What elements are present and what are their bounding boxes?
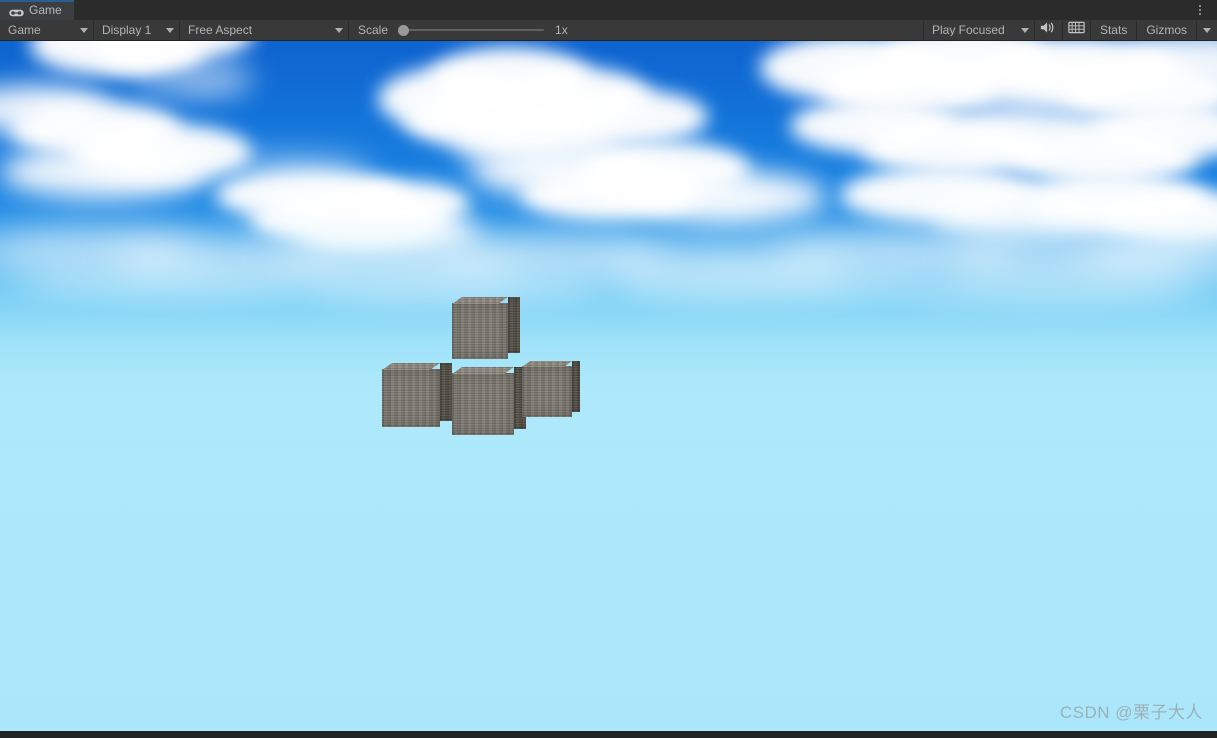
aspect-grid-button[interactable] <box>1063 21 1090 40</box>
scale-control-group: Scale 1x <box>349 21 568 40</box>
kebab-menu-icon[interactable] <box>1189 0 1217 20</box>
tab-bar: Game <box>0 0 1217 20</box>
chevron-down-icon <box>335 27 343 33</box>
game-dropdown-label: Game <box>8 24 41 36</box>
scale-label: Scale <box>358 23 389 37</box>
cube-front-face <box>522 366 572 417</box>
scale-slider-knob[interactable] <box>398 25 410 36</box>
scale-slider-track <box>398 29 545 31</box>
game-view-toolbar: Game Display 1 Free Aspect Scale 1x Play… <box>0 20 1217 41</box>
play-mode-label: Play Focused <box>931 24 1005 36</box>
chevron-down-icon <box>1020 27 1029 33</box>
cube-right <box>522 361 580 417</box>
aspect-ratio-label: Free Aspect <box>188 24 253 36</box>
scale-slider[interactable] <box>398 23 545 37</box>
gizmos-button[interactable]: Gizmos <box>1137 21 1196 40</box>
cube-top-face <box>522 361 572 367</box>
cube-left <box>382 363 452 427</box>
cube-side-face <box>508 297 520 353</box>
cube-top-face <box>382 363 440 370</box>
game-viewport[interactable]: CSDN @栗子大人 <box>0 41 1217 731</box>
chevron-down-icon <box>80 27 88 33</box>
gizmos-dropdown-button[interactable] <box>1197 21 1217 40</box>
aspect-ratio-dropdown[interactable]: Free Aspect <box>180 21 348 40</box>
kebab-dot <box>1199 9 1201 11</box>
cube-group <box>0 41 1217 731</box>
cube-side-face <box>440 363 452 421</box>
cube-center <box>452 367 526 435</box>
kebab-dot <box>1199 5 1201 7</box>
kebab-dot <box>1199 13 1201 15</box>
chevron-down-icon <box>166 27 174 33</box>
cube-front-face <box>452 373 514 435</box>
mute-audio-button[interactable] <box>1035 21 1062 40</box>
unity-game-view-window: Game Game Display 1 Free Aspect Scale 1x… <box>0 0 1217 738</box>
scale-value: 1x <box>555 23 568 37</box>
cube-top-face <box>452 367 514 374</box>
cube-top <box>452 297 520 359</box>
csdn-watermark: CSDN @栗子大人 <box>1059 703 1203 722</box>
play-mode-dropdown[interactable]: Play Focused <box>924 21 1034 40</box>
cube-front-face <box>382 369 440 427</box>
speaker-icon <box>1040 21 1056 39</box>
gamepad-icon <box>9 5 24 17</box>
stats-button[interactable]: Stats <box>1091 21 1136 40</box>
cube-side-face <box>572 361 580 412</box>
game-dropdown[interactable]: Game <box>0 21 93 40</box>
grid-icon <box>1068 21 1085 39</box>
tab-game-label: Game <box>29 3 62 17</box>
window-bottom-border <box>0 731 1217 738</box>
chevron-down-icon <box>1203 27 1211 33</box>
cube-front-face <box>452 303 508 359</box>
display-dropdown[interactable]: Display 1 <box>94 21 179 40</box>
tab-bar-spacer <box>74 0 1189 20</box>
display-dropdown-label: Display 1 <box>102 24 152 36</box>
tab-game[interactable]: Game <box>0 0 74 20</box>
